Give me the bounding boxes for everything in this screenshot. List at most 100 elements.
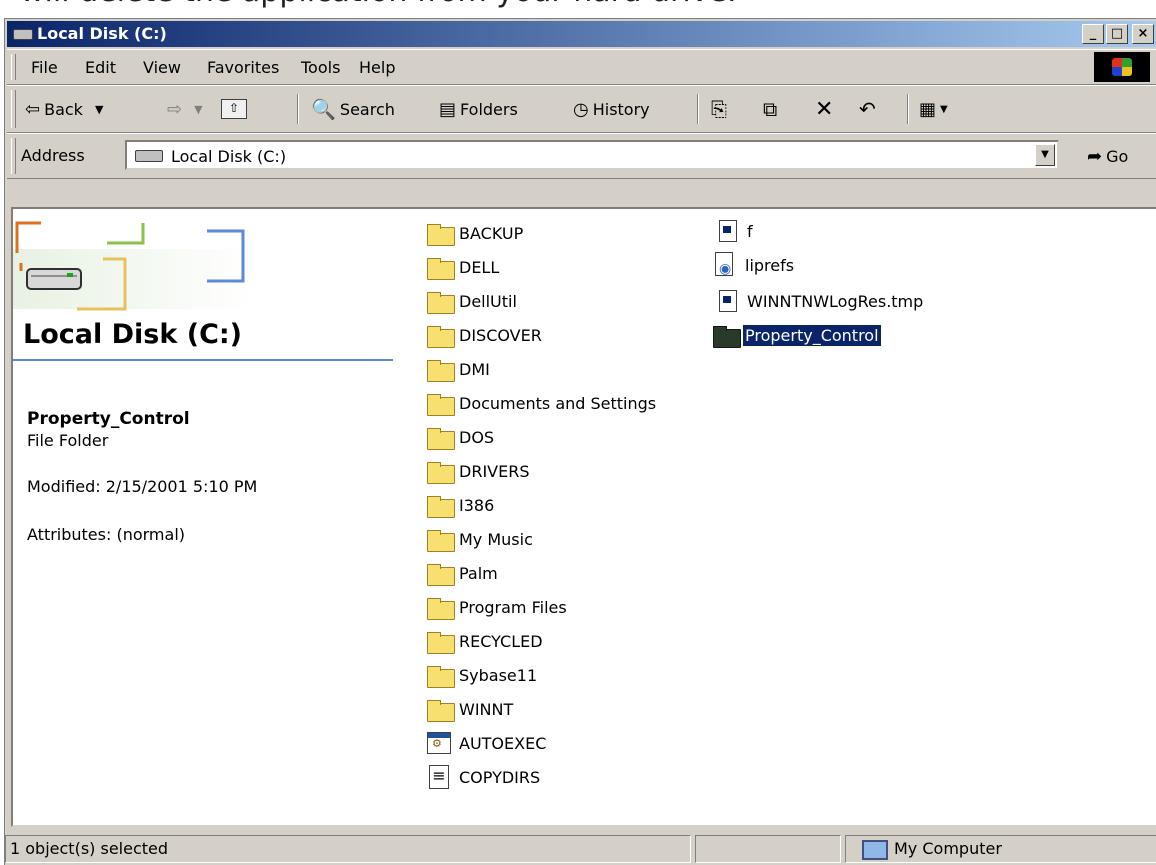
address-bar: Address Local Disk (C:) ▼ ➦ Go [7, 133, 1156, 179]
list-item[interactable]: WINNTNWLogRes.tmp [715, 287, 925, 315]
file-name: I386 [459, 495, 495, 515]
back-arrow-icon: ⇦ [25, 98, 41, 120]
undo-icon: ↶ [859, 97, 876, 121]
file-view-pane[interactable]: Local Disk (C:) Property_Control File Fo… [11, 207, 1156, 827]
menu-bar: File Edit View Favorites Tools Help [7, 49, 1156, 85]
status-selection: 1 object(s) selected [5, 835, 691, 863]
document-icon [715, 289, 741, 313]
top-caption: will delete the application from your ha… [20, 0, 737, 9]
search-icon: 🔍 [311, 97, 336, 121]
toolbar-separator [297, 94, 299, 124]
file-name: Property_Control [742, 323, 882, 347]
folders-icon: ▤ [439, 98, 457, 120]
menu-favorites[interactable]: Favorites [207, 58, 279, 77]
file-name: DISCOVER [459, 325, 542, 345]
folder-icon [425, 494, 455, 518]
forward-arrow-icon: ⇨ [167, 98, 183, 120]
my-computer-icon [862, 839, 888, 860]
move-to-icon: ⎘ [711, 97, 727, 121]
menubar-grip[interactable] [11, 54, 16, 80]
menu-file[interactable]: File [31, 58, 58, 77]
web-view-panel: Local Disk (C:) Property_Control File Fo… [13, 209, 395, 825]
menu-tools[interactable]: Tools [301, 58, 340, 77]
list-item[interactable]: Program Files [425, 593, 569, 621]
list-item[interactable]: liprefs [711, 251, 796, 279]
move-to-button[interactable]: ⎘ [711, 94, 727, 124]
file-name: WINNT [459, 699, 514, 719]
status-bar: 1 object(s) selected My Computer [5, 831, 1156, 865]
address-value: Local Disk (C:) [171, 147, 287, 166]
document-icon [715, 219, 741, 243]
list-item[interactable]: AUTOEXEC [425, 729, 548, 757]
drive-icon [13, 29, 33, 40]
minimize-button[interactable]: _ [1082, 24, 1104, 44]
file-name: Documents and Settings [459, 393, 657, 413]
shortcut-file-icon [711, 251, 741, 279]
go-button[interactable]: ➦ Go [1087, 146, 1128, 167]
folder-icon [425, 222, 455, 246]
file-name: Sybase11 [459, 665, 538, 685]
forward-dropdown-icon[interactable]: ▼ [194, 103, 202, 116]
copy-to-button[interactable]: ⧉ [763, 94, 777, 124]
go-label: Go [1106, 147, 1129, 166]
status-zone: My Computer [845, 835, 1156, 863]
undo-button[interactable]: ↶ [859, 94, 876, 124]
list-item[interactable]: Palm [425, 559, 500, 587]
list-item[interactable]: DISCOVER [425, 321, 544, 349]
menu-help[interactable]: Help [359, 58, 395, 77]
folder-icon [425, 698, 455, 722]
address-dropdown-icon[interactable]: ▼ [1035, 144, 1055, 166]
back-dropdown-icon[interactable]: ▼ [95, 103, 103, 116]
views-button[interactable]: ▦ ▼ [919, 94, 948, 124]
pane-title: Local Disk (C:) [23, 319, 243, 350]
maximize-button[interactable]: □ [1106, 24, 1128, 44]
close-button[interactable]: × [1132, 24, 1154, 44]
search-button[interactable]: 🔍 Search [311, 94, 395, 124]
folder-icon [425, 324, 455, 348]
address-label: Address [21, 146, 85, 165]
list-item[interactable]: DMI [425, 355, 492, 383]
list-item[interactable]: DELL [425, 253, 501, 281]
list-item[interactable]: BACKUP [425, 219, 525, 247]
file-name: liprefs [745, 255, 795, 275]
addressbar-grip[interactable] [11, 138, 16, 174]
list-item[interactable]: DRIVERS [425, 457, 531, 485]
delete-icon: ✕ [815, 96, 834, 122]
folders-button[interactable]: ▤ Folders [439, 94, 518, 124]
list-item[interactable]: RECYCLED [425, 627, 545, 655]
history-label: History [592, 99, 650, 119]
list-item[interactable]: Sybase11 [425, 661, 539, 689]
up-folder-button[interactable]: ⇧ [221, 94, 247, 124]
list-item[interactable]: WINNT [425, 695, 515, 723]
text-file-icon [425, 765, 453, 789]
history-button[interactable]: ◷ History [573, 94, 650, 124]
file-name: Palm [459, 563, 498, 583]
file-name: DRIVERS [459, 461, 530, 481]
delete-button[interactable]: ✕ [815, 94, 833, 124]
file-name: DOS [459, 427, 495, 447]
list-item[interactable]: COPYDIRS [425, 763, 542, 791]
menu-edit[interactable]: Edit [85, 58, 116, 77]
drive-icon [135, 150, 163, 162]
address-input[interactable]: Local Disk (C:) ▼ [125, 140, 1059, 170]
back-button[interactable]: ⇦ Back ▼ [25, 94, 103, 124]
file-name: DellUtil [459, 291, 517, 311]
toolbar-grip[interactable] [11, 90, 16, 128]
selected-item-type: File Folder [27, 431, 109, 450]
folder-icon [425, 358, 455, 382]
list-item[interactable]: Documents and Settings [425, 389, 658, 417]
views-icon: ▦ [919, 98, 937, 120]
list-item[interactable]: f [715, 217, 755, 245]
list-item[interactable]: DellUtil [425, 287, 519, 315]
views-dropdown-icon[interactable]: ▼ [940, 104, 948, 115]
forward-button[interactable]: ⇨ ▼ [167, 94, 203, 124]
menu-view[interactable]: View [143, 58, 181, 77]
search-label: Search [339, 99, 395, 119]
zone-label: My Computer [894, 839, 1002, 858]
list-item[interactable]: DOS [425, 423, 496, 451]
list-item[interactable]: My Music [425, 525, 535, 553]
title-bar[interactable]: Local Disk (C:) _ □ × [7, 21, 1156, 47]
file-name: Program Files [459, 597, 567, 617]
list-item[interactable]: I386 [425, 491, 496, 519]
list-item-selected[interactable]: Property_Control [711, 321, 882, 349]
